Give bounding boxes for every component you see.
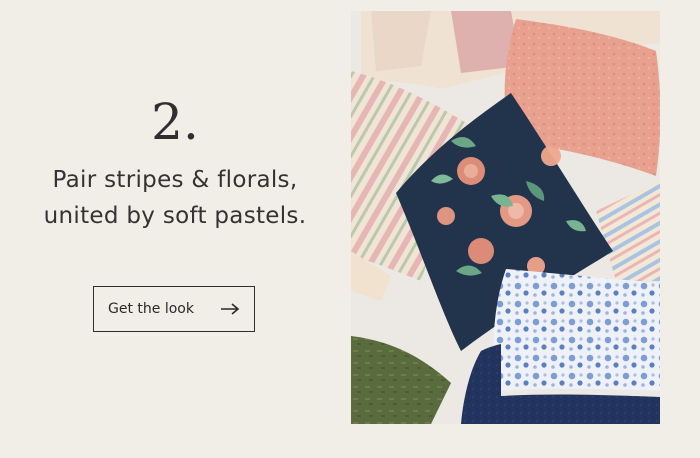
pillows-illustration xyxy=(351,11,660,424)
pillows-photo xyxy=(351,11,660,424)
promo-headline: Pair stripes & florals, united by soft p… xyxy=(43,167,307,229)
cta-label: Get the look xyxy=(108,301,194,317)
step-number: 2. xyxy=(151,93,199,151)
promo-panel: 2. Pair stripes & florals, united by sof… xyxy=(0,0,350,458)
get-the-look-button[interactable]: Get the look xyxy=(93,286,255,332)
arrow-right-icon xyxy=(220,303,240,315)
